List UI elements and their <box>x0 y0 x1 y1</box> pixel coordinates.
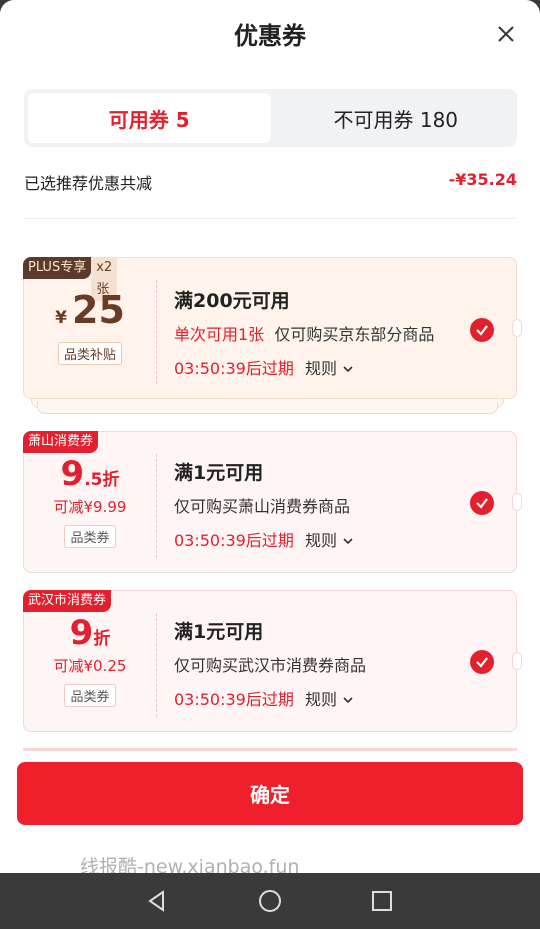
back-nav-icon[interactable] <box>143 887 171 915</box>
coupon-condition: 满1元可用 <box>174 462 264 484</box>
currency-symbol: ¥ <box>55 308 67 328</box>
coupon-value: 9折 可减¥0.25 品类券 <box>24 613 156 707</box>
ticket-notch <box>512 493 522 511</box>
coupon-scope: 仅可购买萧山消费券商品 <box>174 497 351 516</box>
coupon-value: ¥ 25 品类补贴 <box>24 288 156 365</box>
chevron-down-icon <box>343 366 353 373</box>
watermark: 线报酷-new.xianbao.fun <box>80 856 300 873</box>
coupon-card[interactable]: 萧山消费券 9.5折 可减¥9.99 品类券 满1元可用 仅可购买萧山消费券商品… <box>23 431 522 573</box>
coupon-tag: 品类券 <box>64 525 116 548</box>
discount-small: 折 <box>93 629 111 649</box>
coupon-separator <box>156 613 157 717</box>
coupon-separator <box>156 280 157 384</box>
coupon-limit: 单次可用1张 <box>174 325 265 344</box>
coupon-card[interactable]: PLUS专享 x2张 ¥ 25 品类补贴 满200元可用 单次可用1张 仅可购买… <box>23 257 522 399</box>
coupon-details: 满1元可用 仅可购买萧山消费券商品 03:50:39后过期 规则 <box>174 458 354 551</box>
divider <box>24 218 516 219</box>
tab-unavailable[interactable]: 不可用券 180 <box>275 89 518 147</box>
tab-available[interactable]: 可用券 5 <box>28 93 271 143</box>
plus-badge: PLUS专享 x2张 <box>23 257 118 301</box>
expiry-text: 03:50:39后过期 <box>174 690 294 709</box>
coupon-badge: 武汉市消费券 <box>23 590 112 612</box>
discount-small: .5折 <box>84 470 120 490</box>
coupon-amount: 25 <box>72 288 125 332</box>
coupon-expiry: 03:50:39后过期 规则 <box>174 686 366 710</box>
check-circle-icon[interactable] <box>470 491 494 515</box>
coupon-sheet: 优惠券 可用券 5 不可用券 180 已选推荐优惠共减 -¥35.24 PLUS… <box>0 0 540 873</box>
system-nav-bar <box>0 873 540 929</box>
coupon-badge: 萧山消费券 <box>23 431 99 453</box>
coupon-details: 满1元可用 仅可购买武汉市消费券商品 03:50:39后过期 规则 <box>174 617 366 710</box>
coupon-card[interactable]: 武汉市消费券 9折 可减¥0.25 品类券 满1元可用 仅可购买武汉市消费券商品… <box>23 590 522 732</box>
rule-toggle[interactable]: 规则 <box>305 359 354 378</box>
check-circle-icon[interactable] <box>470 650 494 674</box>
rule-label: 规则 <box>304 690 337 709</box>
expiry-text: 03:50:39后过期 <box>174 531 294 550</box>
coupon-tag: 品类券 <box>64 684 116 707</box>
check-circle-icon[interactable] <box>470 318 494 342</box>
summary-label: 已选推荐优惠共减 <box>24 174 153 193</box>
coupon-scope-text: 仅可购买京东部分商品 <box>274 325 435 344</box>
rule-label: 规则 <box>304 531 337 550</box>
confirm-button[interactable]: 确定 <box>17 762 523 825</box>
chevron-down-icon <box>343 538 353 545</box>
coupon-separator <box>156 454 157 558</box>
coupon-expiry: 03:50:39后过期 规则 <box>174 355 434 379</box>
coupon-condition: 满1元可用 <box>174 621 264 643</box>
coupon-expiry: 03:50:39后过期 规则 <box>174 527 354 551</box>
rule-toggle[interactable]: 规则 <box>305 690 354 709</box>
coupon-tag: 品类补贴 <box>57 342 122 365</box>
badge-label: PLUS专享 <box>28 260 87 275</box>
chevron-down-icon <box>343 697 353 704</box>
sheet-title: 优惠券 <box>234 22 306 50</box>
stacked-coupon-edge <box>37 402 498 414</box>
coupon-details: 满200元可用 单次可用1张 仅可购买京东部分商品 03:50:39后过期 规则 <box>174 286 434 379</box>
max-discount: 可减¥9.99 <box>53 498 127 516</box>
ticket-notch <box>512 652 522 670</box>
coupon-condition: 满200元可用 <box>174 290 290 312</box>
expiry-text: 03:50:39后过期 <box>174 359 294 378</box>
discount-summary: 已选推荐优惠共减 -¥35.24 <box>24 170 517 194</box>
coupon-scope: 单次可用1张 仅可购买京东部分商品 <box>174 321 434 345</box>
close-icon[interactable] <box>494 22 518 46</box>
home-nav-icon[interactable] <box>256 887 284 915</box>
coupon-value: 9.5折 可减¥9.99 品类券 <box>24 454 156 548</box>
coupon-scope: 仅可购买武汉市消费券商品 <box>174 656 367 675</box>
rule-label: 规则 <box>304 359 337 378</box>
ticket-notch <box>512 319 522 337</box>
discount-big: 9 <box>60 454 85 494</box>
max-discount: 可减¥0.25 <box>53 657 127 675</box>
coupon-tabs: 可用券 5 不可用券 180 <box>24 89 517 147</box>
rule-toggle[interactable]: 规则 <box>305 531 354 550</box>
summary-amount: -¥35.24 <box>448 170 517 189</box>
next-coupon-edge <box>23 748 517 754</box>
discount-big: 9 <box>69 613 94 653</box>
recents-nav-icon[interactable] <box>368 887 396 915</box>
